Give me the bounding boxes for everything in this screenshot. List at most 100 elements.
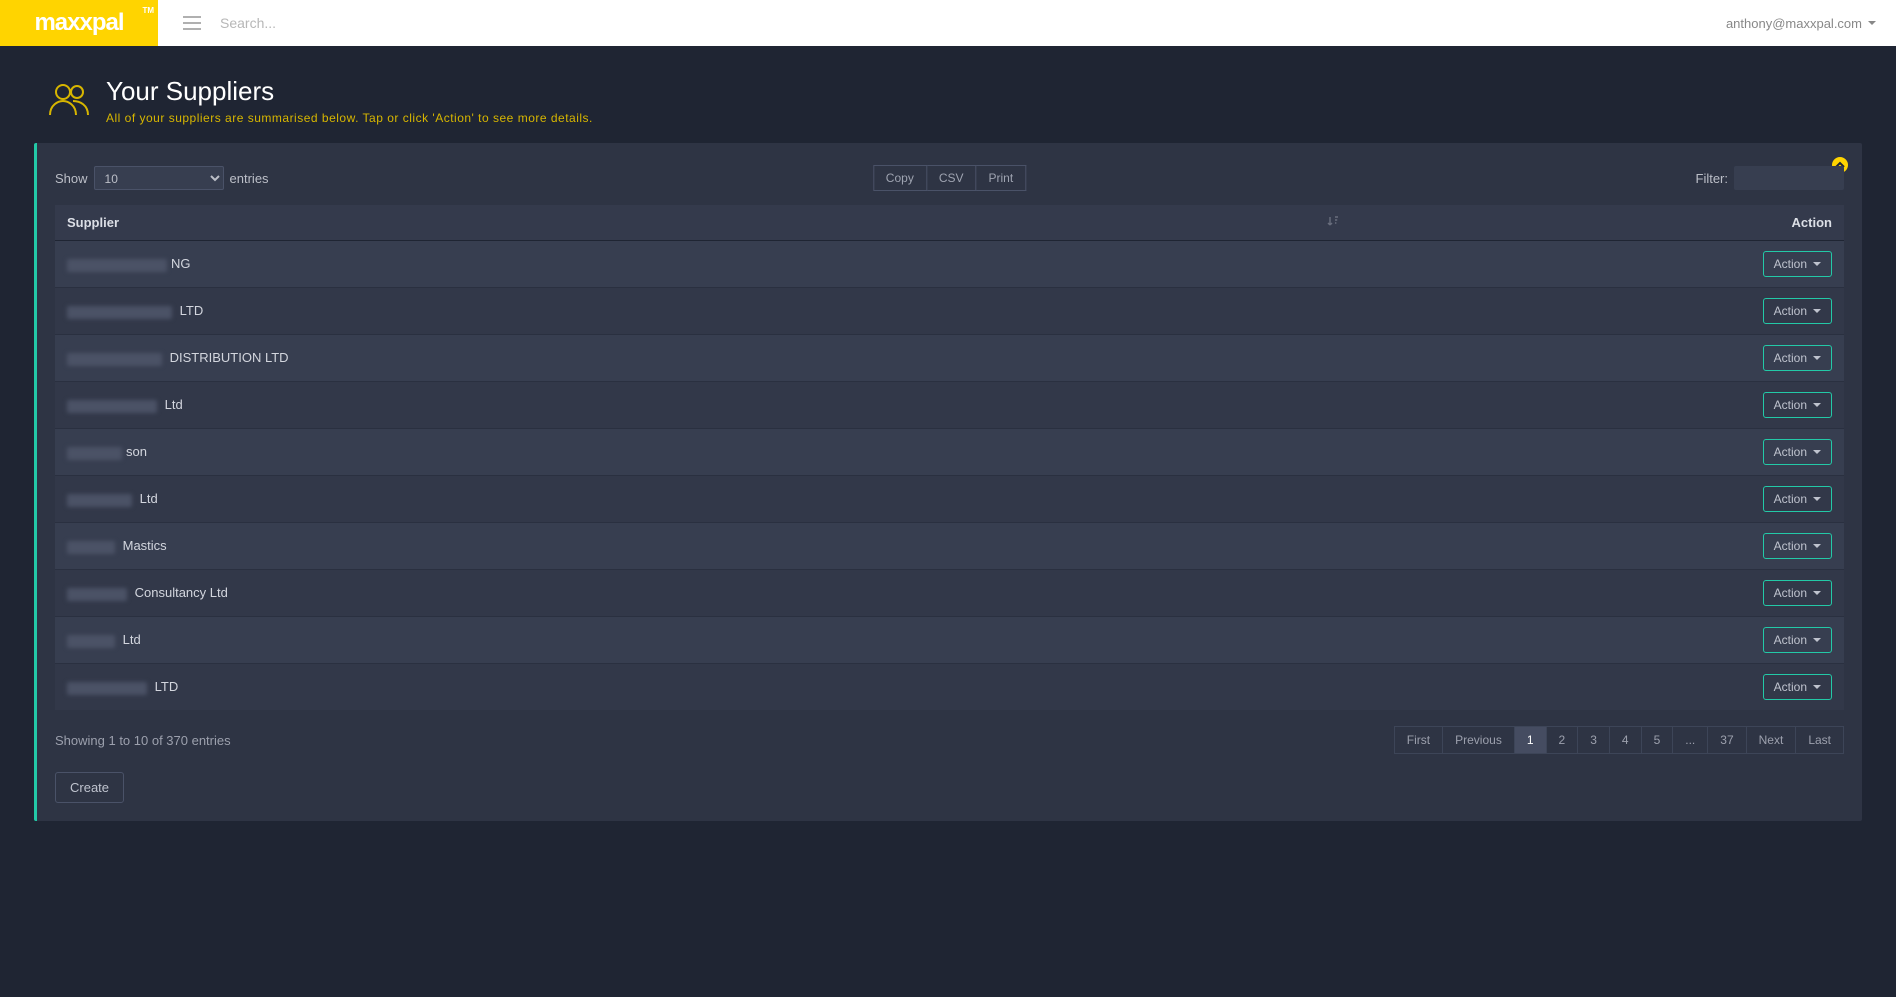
redacted-text xyxy=(67,259,167,272)
page-button[interactable]: Last xyxy=(1796,726,1844,754)
table-row: LtdAction xyxy=(55,382,1844,429)
action-cell: Action xyxy=(1351,523,1844,570)
chevron-down-icon xyxy=(1813,685,1821,689)
chevron-down-icon xyxy=(1813,591,1821,595)
redacted-text xyxy=(67,447,122,460)
col-action: Action xyxy=(1351,205,1844,241)
chevron-down-icon xyxy=(1813,450,1821,454)
supplier-name-suffix: Ltd xyxy=(119,632,141,647)
action-cell: Action xyxy=(1351,382,1844,429)
col-supplier[interactable]: Supplier xyxy=(55,205,1351,241)
user-email: anthony@maxxpal.com xyxy=(1726,16,1862,31)
logo-text: maxxpal xyxy=(34,9,123,37)
action-cell: Action xyxy=(1351,429,1844,476)
redacted-text xyxy=(67,494,132,507)
chevron-down-icon xyxy=(1813,356,1821,360)
search-wrap xyxy=(220,15,1726,31)
page-button[interactable]: 2 xyxy=(1547,726,1579,754)
menu-toggle-icon[interactable] xyxy=(172,16,212,30)
chevron-down-icon xyxy=(1813,309,1821,313)
supplier-name-suffix: LTD xyxy=(176,303,203,318)
action-button[interactable]: Action xyxy=(1763,345,1832,371)
export-buttons: Copy CSV Print xyxy=(873,165,1026,191)
action-button-label: Action xyxy=(1774,398,1807,412)
action-button[interactable]: Action xyxy=(1763,439,1832,465)
page-title: Your Suppliers xyxy=(106,76,593,107)
page-button[interactable]: First xyxy=(1394,726,1443,754)
action-cell: Action xyxy=(1351,335,1844,382)
user-menu[interactable]: anthony@maxxpal.com xyxy=(1726,16,1876,31)
redacted-text xyxy=(67,682,147,695)
topbar: maxxpal TM anthony@maxxpal.com xyxy=(0,0,1896,46)
chevron-down-icon xyxy=(1813,497,1821,501)
sort-icon xyxy=(1327,215,1339,230)
action-button[interactable]: Action xyxy=(1763,392,1832,418)
table-info: Showing 1 to 10 of 370 entries xyxy=(55,733,231,748)
page-size-control: Show 10 entries xyxy=(55,166,269,190)
filter-control: Filter: xyxy=(1696,166,1845,190)
csv-button[interactable]: CSV xyxy=(927,165,977,191)
table-row: Mastics Action xyxy=(55,523,1844,570)
supplier-name-suffix: Ltd xyxy=(136,491,158,506)
action-button[interactable]: Action xyxy=(1763,627,1832,653)
action-button[interactable]: Action xyxy=(1763,486,1832,512)
supplier-cell: Ltd xyxy=(55,476,1351,523)
supplier-cell: Mastics xyxy=(55,523,1351,570)
suppliers-table: Supplier Action NG Action LTD Action DISTR… xyxy=(55,205,1844,710)
supplier-name-suffix: Mastics xyxy=(119,538,167,553)
logo[interactable]: maxxpal TM xyxy=(0,0,158,46)
redacted-text xyxy=(67,588,127,601)
redacted-text xyxy=(67,541,115,554)
supplier-cell: Ltd xyxy=(55,617,1351,664)
page-button[interactable]: 5 xyxy=(1642,726,1674,754)
page-button[interactable]: 37 xyxy=(1708,726,1746,754)
action-button[interactable]: Action xyxy=(1763,533,1832,559)
supplier-cell: LTD xyxy=(55,664,1351,711)
action-button-label: Action xyxy=(1774,633,1807,647)
table-row: Ltd Action xyxy=(55,476,1844,523)
page-button[interactable]: 1 xyxy=(1515,726,1547,754)
table-row: LTD Action xyxy=(55,664,1844,711)
create-button[interactable]: Create xyxy=(55,772,124,803)
pagination: FirstPrevious12345...37NextLast xyxy=(1394,726,1844,754)
action-cell: Action xyxy=(1351,664,1844,711)
page-button[interactable]: Next xyxy=(1747,726,1797,754)
action-button[interactable]: Action xyxy=(1763,674,1832,700)
page-button[interactable]: 3 xyxy=(1578,726,1610,754)
redacted-text xyxy=(67,306,172,319)
action-button-label: Action xyxy=(1774,539,1807,553)
table-row: Consultancy Ltd Action xyxy=(55,570,1844,617)
chevron-down-icon xyxy=(1813,403,1821,407)
chevron-down-icon xyxy=(1813,544,1821,548)
table-row: sonAction xyxy=(55,429,1844,476)
page-button[interactable]: ... xyxy=(1673,726,1708,754)
supplier-name-suffix: DISTRIBUTION LTD xyxy=(166,350,289,365)
copy-button[interactable]: Copy xyxy=(873,165,927,191)
supplier-name-suffix: Consultancy Ltd xyxy=(131,585,228,600)
print-button[interactable]: Print xyxy=(977,165,1027,191)
action-button[interactable]: Action xyxy=(1763,580,1832,606)
page-button[interactable]: 4 xyxy=(1610,726,1642,754)
page-size-select[interactable]: 10 xyxy=(94,166,224,190)
supplier-cell: NG xyxy=(55,241,1351,288)
supplier-cell: Consultancy Ltd xyxy=(55,570,1351,617)
redacted-text xyxy=(67,353,162,366)
search-input[interactable] xyxy=(220,15,520,31)
page-button[interactable]: Previous xyxy=(1443,726,1515,754)
redacted-text xyxy=(67,400,157,413)
action-button-label: Action xyxy=(1774,492,1807,506)
table-row: DISTRIBUTION LTD Action xyxy=(55,335,1844,382)
supplier-name-suffix: LTD xyxy=(151,679,178,694)
redacted-text xyxy=(67,635,115,648)
supplier-name-suffix: NG xyxy=(171,256,191,271)
filter-input[interactable] xyxy=(1734,166,1844,190)
table-row: LTD Action xyxy=(55,288,1844,335)
action-button[interactable]: Action xyxy=(1763,298,1832,324)
action-button-label: Action xyxy=(1774,680,1807,694)
show-label-before: Show xyxy=(55,171,88,186)
action-cell: Action xyxy=(1351,241,1844,288)
chevron-down-icon xyxy=(1813,262,1821,266)
action-button[interactable]: Action xyxy=(1763,251,1832,277)
table-row: Ltd Action xyxy=(55,617,1844,664)
table-footer: Showing 1 to 10 of 370 entries FirstPrev… xyxy=(55,726,1844,754)
